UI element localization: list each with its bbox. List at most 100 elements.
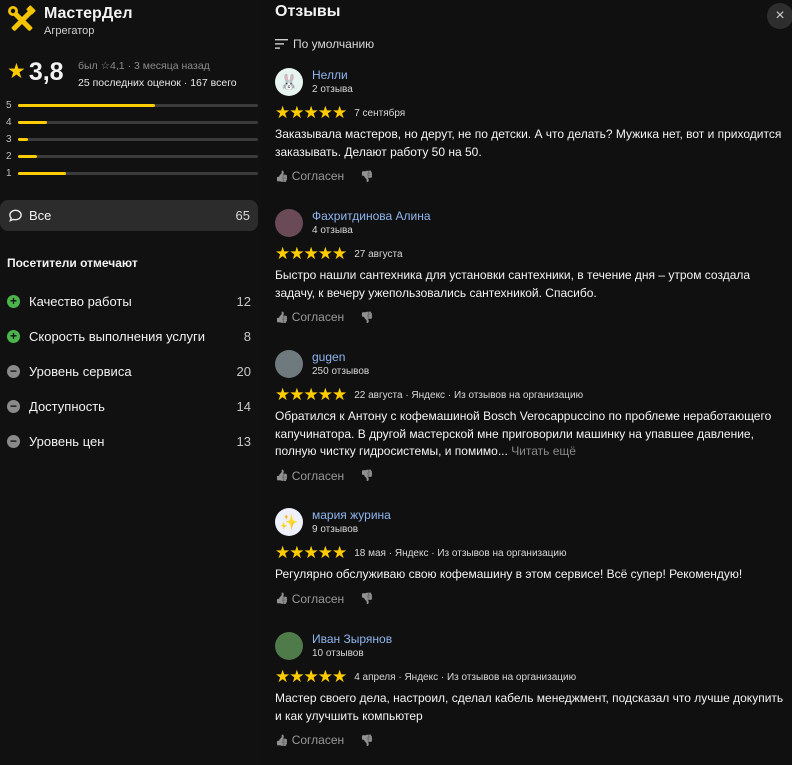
rating-value: 3,8 (28, 58, 64, 86)
agree-button[interactable]: 👍 Согласен (275, 310, 344, 324)
reviews-panel: Отзывы × По умолчанию 🐰 Нелли 2 отзыва ★★★★… (262, 0, 792, 765)
agree-button[interactable]: 👍 Согласен (275, 592, 344, 606)
review-text: Регулярно обслуживаю свою кофемашину в э… (275, 566, 787, 584)
review-author: Нелли 2 отзыва (312, 68, 353, 96)
review-meta: 22 августа · Яндекс · Из отзывов на орга… (354, 389, 584, 401)
author-name-link[interactable]: Нелли (312, 68, 353, 83)
review-actions: 👍 Согласен 👎 (275, 592, 787, 606)
thumb-up-icon: 👍 (275, 170, 289, 183)
review-header: Фахритдинова Алина 4 отзыва (275, 209, 787, 237)
review-rating-row: ★★★★★ 7 сентября (275, 103, 787, 122)
aspect-filter-item[interactable]: + Качество работы 12 (7, 284, 251, 319)
agree-button[interactable]: 👍 Согласен (275, 169, 344, 183)
visitors-heading: Посетители отмечают (7, 256, 138, 270)
agree-button[interactable]: 👍 Согласен (275, 733, 344, 747)
review-author: gugen 250 отзывов (312, 350, 369, 378)
review-text: Быстро нашли сантехника для установки са… (275, 267, 787, 302)
filter-all-button[interactable]: Все 65 (0, 200, 258, 231)
aspect-count: 13 (236, 434, 251, 449)
aspect-filter-item[interactable]: − Доступность 14 (7, 389, 251, 424)
aspect-label: Скорость выполнения услуги (29, 329, 206, 344)
avatar[interactable]: ✨ (275, 508, 303, 536)
author-name-link[interactable]: gugen (312, 350, 369, 365)
review-header: 🐰 Нелли 2 отзыва (275, 68, 787, 96)
aspect-label: Доступность (29, 399, 105, 414)
avatar[interactable] (275, 632, 303, 660)
avatar-glyph: ✨ (279, 514, 299, 531)
thumb-down-icon[interactable]: 👎 (360, 469, 374, 482)
avatar[interactable] (275, 350, 303, 378)
avatar[interactable]: 🐰 (275, 68, 303, 96)
rating-bar-track (18, 121, 258, 124)
aspect-count: 8 (243, 329, 251, 344)
review-meta: 7 сентября (354, 107, 406, 119)
filter-all-label: Все (29, 208, 52, 223)
star-outline-icon: ☆ (100, 60, 111, 72)
agree-button[interactable]: 👍 Согласен (275, 469, 344, 483)
rating-bar-label: 1 (6, 168, 12, 179)
review-actions: 👍 Согласен 👎 (275, 733, 787, 747)
agree-label: Согласен (291, 310, 345, 324)
rating-bar-track (18, 155, 258, 158)
aspect-filter-item[interactable]: + Скорость выполнения услуги 8 (7, 319, 251, 354)
thumb-down-icon[interactable]: 👎 (360, 734, 374, 747)
thumb-down-icon[interactable]: 👎 (360, 311, 374, 324)
previous-rating-value: 4,1 (110, 60, 125, 72)
tools-logo-icon (8, 5, 36, 31)
agree-label: Согласен (291, 169, 345, 183)
sort-icon (275, 39, 288, 49)
aspect-count: 14 (236, 399, 251, 414)
review-author: мария журина 9 отзывов (312, 508, 391, 536)
rating-bar-fill (18, 138, 28, 141)
review-text: Обратился к Антону с кофемашиной Bosch V… (275, 408, 787, 461)
thumb-up-icon: 👍 (275, 593, 289, 605)
author-review-count: 250 отзывов (312, 366, 370, 377)
rating-bar-fill (18, 155, 38, 158)
rating-bar-label: 5 (6, 100, 12, 111)
rating-bar-row: 5 (6, 97, 258, 114)
author-name-link[interactable]: мария журина (312, 508, 391, 523)
thumb-down-icon[interactable]: 👎 (360, 170, 374, 183)
review-text: Заказывала мастеров, но дерут, не по дет… (275, 126, 787, 161)
rating-bar-fill (18, 172, 66, 175)
aspect-filter-item[interactable]: − Уровень цен 13 (7, 424, 251, 459)
review-card: gugen 250 отзывов ★★★★★ 22 августа · Яндекс… (275, 350, 787, 483)
five-stars-icon: ★★★★★ (275, 543, 347, 562)
plus-icon: + (7, 295, 20, 308)
minus-icon: − (7, 435, 20, 448)
aspect-list: + Качество работы 12 + Скорость выполнения у… (7, 284, 251, 459)
author-name-link[interactable]: Иван Зырянов (312, 632, 392, 647)
chat-bubble-icon (9, 209, 22, 222)
avatar[interactable] (275, 209, 303, 237)
five-stars-icon: ★★★★★ (275, 667, 347, 686)
aspect-label: Уровень цен (29, 434, 105, 449)
close-button[interactable]: × (767, 3, 792, 29)
minus-icon: − (7, 365, 20, 378)
org-category: Агрегатор (44, 25, 95, 37)
review-rating-row: ★★★★★ 4 апреля · Яндекс · Из отзывов на о… (275, 667, 787, 686)
aspect-filter-item[interactable]: − Уровень сервиса 20 (7, 354, 251, 389)
review-card: 🐰 Нелли 2 отзыва ★★★★★ 7 сентября Заказывала … (275, 68, 787, 183)
author-name-link[interactable]: Фахритдинова Алина (312, 209, 431, 224)
five-stars-icon: ★★★★★ (275, 244, 347, 263)
read-more-link[interactable]: Читать ещё (511, 444, 576, 458)
agree-label: Согласен (291, 468, 345, 483)
minus-icon: − (7, 400, 20, 413)
rating-bar-row: 3 (6, 131, 258, 148)
thumb-up-icon: 👍 (275, 470, 289, 482)
five-stars-icon: ★★★★★ (275, 103, 347, 122)
previous-rating-suffix: · 3 месяца назад (127, 60, 210, 72)
review-header: gugen 250 отзывов (275, 350, 787, 378)
review-actions: 👍 Согласен 👎 (275, 469, 787, 483)
author-review-count: 2 отзыва (312, 84, 353, 95)
review-header: ✨ мария журина 9 отзывов (275, 508, 787, 536)
agree-label: Согласен (291, 591, 345, 606)
avatar-glyph: 🐰 (279, 74, 299, 91)
rating-bar-label: 4 (6, 117, 12, 128)
review-author: Иван Зырянов 10 отзывов (312, 632, 392, 660)
rating-bar-label: 2 (6, 151, 12, 162)
thumb-down-icon[interactable]: 👎 (360, 592, 374, 605)
sort-dropdown[interactable]: По умолчанию (275, 37, 374, 51)
org-name[interactable]: МастерДел (44, 4, 132, 24)
sort-label: По умолчанию (293, 37, 375, 51)
